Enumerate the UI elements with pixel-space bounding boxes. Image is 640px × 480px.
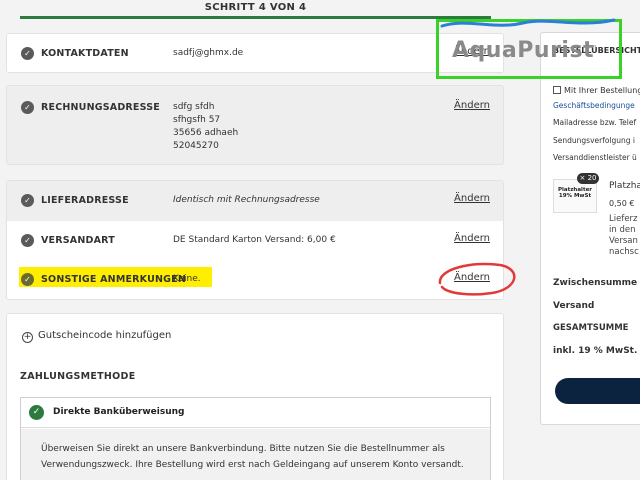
delivery-edit-link[interactable]: Ändern — [454, 193, 490, 204]
product-name: Platzha — [609, 181, 640, 191]
check-icon: ✓ — [21, 101, 34, 114]
contact-value: sadfj@ghmx.de — [173, 48, 244, 58]
check-icon: ✓ — [21, 47, 34, 60]
billing-line: sfhgsfh 57 — [173, 115, 221, 125]
billing-address: sdfg sfdh sfhgsfh 57 35656 adhaeh 520452… — [173, 101, 238, 153]
product-note-line: Lieferz — [609, 214, 638, 224]
terms-checkbox[interactable] — [553, 86, 561, 94]
delivery-shipping-card: ✓ LIEFERADRESSE Identisch mit Rechnungsa… — [6, 180, 516, 300]
payment-description-line: Verwendungszweck. Ihre Bestellung wird e… — [41, 460, 464, 470]
billing-edit-link[interactable]: Ändern — [454, 100, 490, 111]
shipping-value: DE Standard Karton Versand: 6,00 € — [173, 235, 336, 245]
shipping-label: VERSANDART — [41, 235, 115, 246]
grand-total-label: GESAMTSUMME — [553, 323, 629, 333]
product-price: 0,50 € — [609, 199, 635, 208]
billing-label: RECHNUNGSADRESSE — [41, 102, 160, 113]
terms-checkbox-label: Mit Ihrer Bestellung — [564, 86, 640, 95]
summary-text-line: Versanddienstleister ü — [553, 153, 637, 162]
delivery-label: LIEFERADRESSE — [41, 195, 129, 206]
payment-method-name: Direkte Banküberweisung — [53, 407, 185, 417]
check-icon: ✓ — [21, 234, 34, 247]
order-summary-panel: BESTELLÜBERSICHT Mit Ihrer Bestellung Ge… — [540, 32, 640, 425]
billing-card: ✓ RECHNUNGSADRESSE sdfg sfdh sfhgsfh 57 … — [6, 85, 504, 165]
contact-label: KONTAKTDATEN — [41, 48, 129, 59]
check-icon: ✓ — [29, 405, 44, 420]
terms-checkbox-row[interactable]: Mit Ihrer Bestellung — [553, 86, 640, 95]
plus-circle-icon: + — [22, 332, 33, 343]
contact-card: ✓ KONTAKTDATEN sadfj@ghmx.de Ändern — [6, 33, 504, 73]
product-note-line: nachsc — [609, 247, 639, 257]
payment-method-box[interactable]: ✓ Direkte Banküberweisung Überweisen Sie… — [20, 397, 491, 480]
summary-text-line: Sendungsverfolgung i — [553, 136, 636, 145]
billing-line: sdfg sfdh — [173, 102, 215, 112]
product-note: Lieferz in den Versan nachsc — [609, 214, 639, 258]
payment-description-line: Überweisen Sie direkt an unsere Bankverb… — [41, 444, 445, 454]
product-image-text: 19% MwSt — [558, 193, 592, 199]
summary-text-line: Mailadresse bzw. Telef — [553, 118, 637, 127]
payment-description: Überweisen Sie direkt an unsere Bankverb… — [21, 429, 490, 480]
tax-label: inkl. 19 % MwSt. — [553, 346, 638, 356]
coupon-toggle[interactable]: + Gutscheincode hinzufügen — [22, 330, 171, 343]
shipping-total-label: Versand — [553, 301, 595, 311]
payment-method-header[interactable]: ✓ Direkte Banküberweisung — [21, 398, 490, 428]
payment-title: ZAHLUNGSMETHODE — [20, 371, 136, 382]
delivery-value: Identisch mit Rechnungsadresse — [173, 195, 320, 205]
product-image: Platzhalter 19% MwSt — [553, 179, 597, 213]
remarks-value: Keine. — [173, 274, 201, 284]
billing-line: 35656 adhaeh — [173, 128, 239, 138]
check-icon: ✓ — [21, 273, 34, 286]
product-note-line: Versan — [609, 236, 638, 246]
remarks-label: SONSTIGE ANMERKUNGEN — [41, 274, 186, 285]
logo: AquaPurist — [452, 38, 595, 63]
step-progress-bar — [20, 16, 491, 19]
quantity-badge: × 20 — [577, 173, 599, 184]
checkout-button[interactable] — [555, 378, 640, 404]
check-icon: ✓ — [21, 194, 34, 207]
coupon-label: Gutscheincode hinzufügen — [38, 330, 172, 341]
shipping-edit-link[interactable]: Ändern — [454, 233, 490, 244]
terms-link[interactable]: Geschäftsbedingunge — [553, 101, 635, 110]
subtotal-label: Zwischensumme — [553, 278, 638, 288]
product-note-line: in den — [609, 225, 636, 235]
logo-wave — [440, 18, 616, 28]
billing-line: 52045270 — [173, 141, 219, 151]
annotation-red-circle — [438, 262, 516, 296]
